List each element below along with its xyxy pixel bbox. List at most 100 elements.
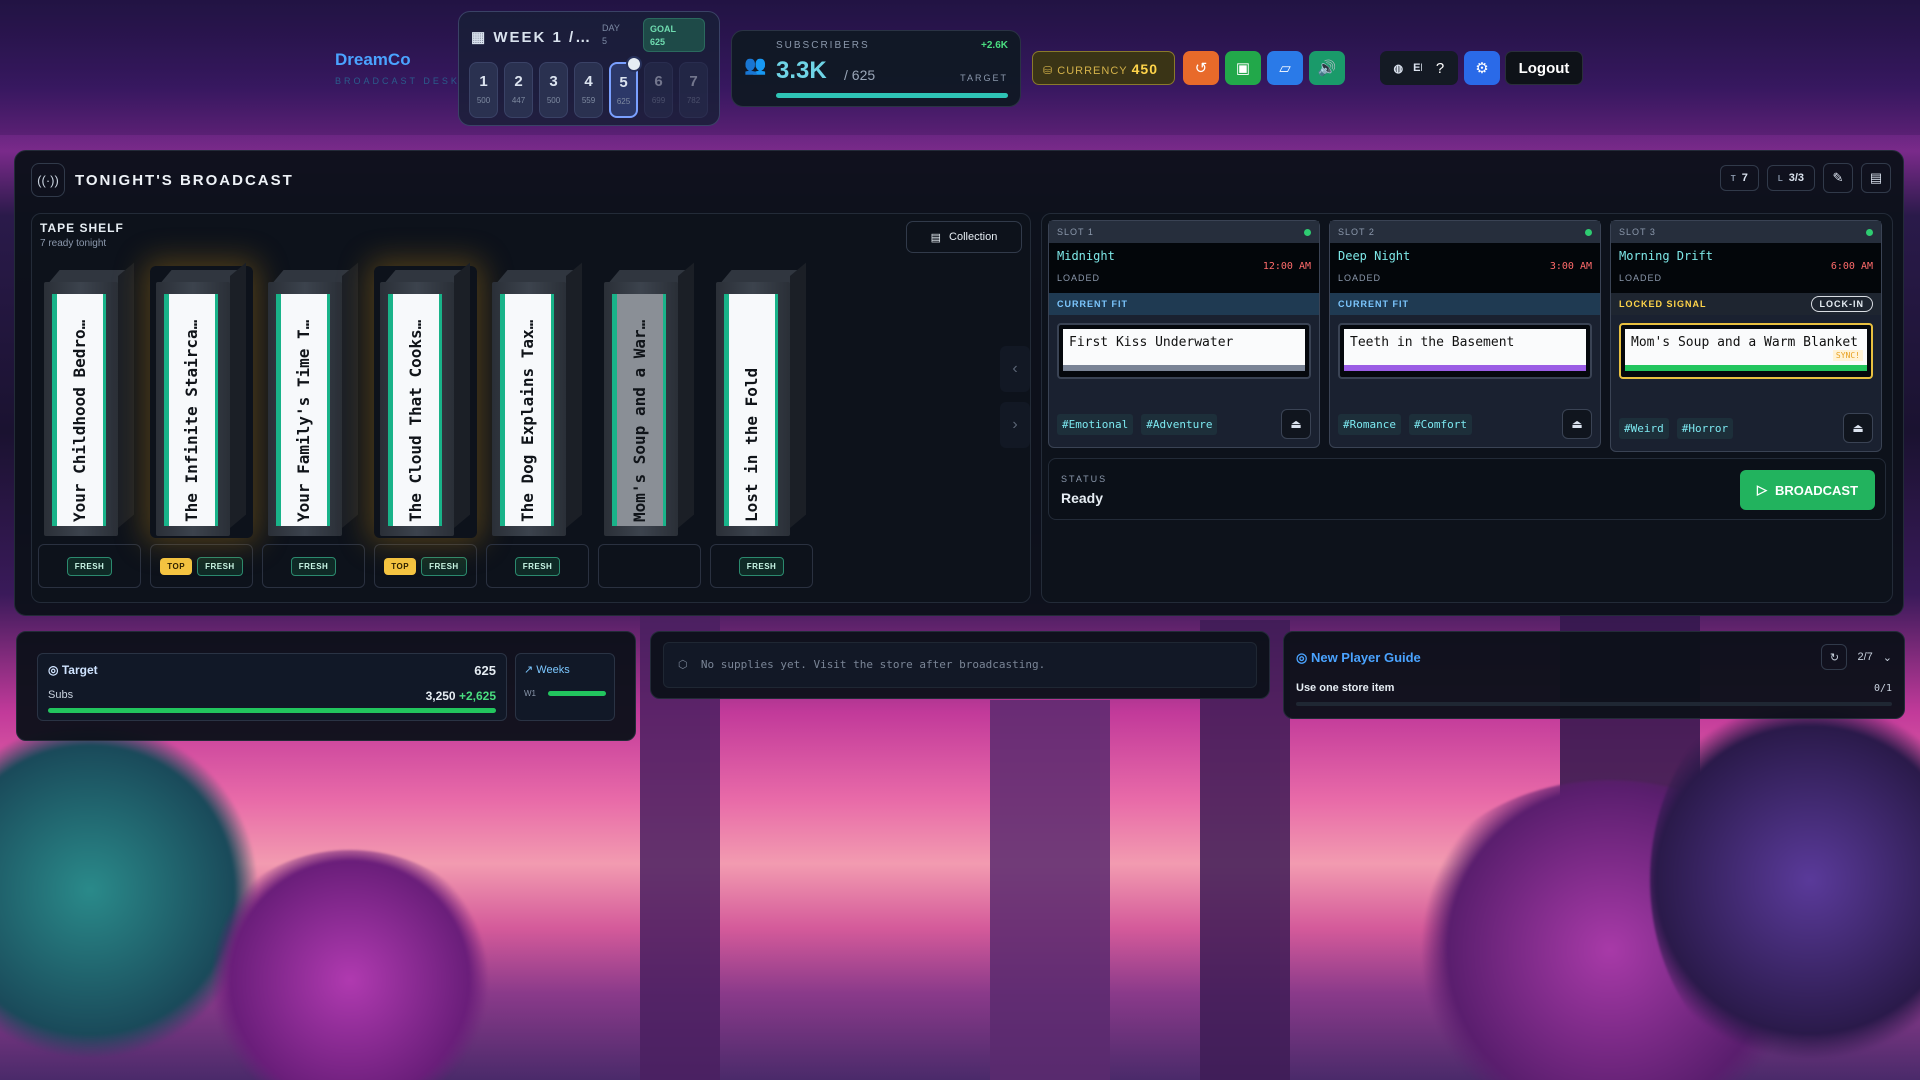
day-button[interactable]: 3 500 [539, 62, 568, 118]
gear-icon: ⚙ [1475, 60, 1489, 77]
day-button[interactable]: 7 782 [679, 62, 708, 118]
magic-wand-icon: ✎ [1832, 170, 1844, 185]
day-number: 1 [479, 73, 488, 90]
archive-button[interactable]: ▤ [1861, 163, 1891, 193]
undo-icon: ↺ [1194, 60, 1208, 77]
loaded-tape[interactable]: Teeth in the Basement [1338, 323, 1592, 379]
tape-title: Mom's Soup and a War… [630, 319, 649, 522]
sound-button[interactable]: 🔊 [1309, 51, 1345, 85]
tape-cassette[interactable]: Mom's Soup and a War… [598, 262, 701, 538]
tape-cassette[interactable]: The Cloud That Cooks… [374, 262, 477, 538]
currency-value: 450 [1131, 61, 1158, 77]
tape-color-strip [1063, 365, 1305, 371]
logo-title: DreamCo [335, 50, 411, 69]
slot-label: SLOT 1 [1057, 227, 1094, 237]
status-bar: STATUS Ready ▷ BROADCAST [1048, 458, 1886, 520]
goal-value: 625 [650, 37, 666, 47]
tape-item[interactable]: Lost in the Fold FRESH [710, 262, 813, 588]
loaded-tape[interactable]: First Kiss Underwater [1057, 323, 1311, 379]
genre-tag: #Adventure [1141, 414, 1218, 435]
tape-label: The Dog Explains Tax… [500, 294, 554, 526]
schedule-slot[interactable]: SLOT 2 Deep Night 3:00 AM LOADED CURRENT FIT… [1329, 220, 1601, 448]
tape-item[interactable]: Your Family's Time T… FRESH [262, 262, 365, 588]
lock-in-badge[interactable]: LOCK-IN [1810, 296, 1873, 312]
tape-badge: TOP [384, 557, 417, 575]
week-row-label: W1 [524, 689, 536, 698]
guide-step: 2/7 [1857, 651, 1873, 663]
loaded-tape[interactable]: Mom's Soup and a Warm Blanket SYNC! [1619, 323, 1873, 379]
panel-actions: T7 L 3/3 ✎ ▤ [1719, 163, 1891, 193]
day-button[interactable]: 2 447 [504, 62, 533, 118]
target-progress [48, 708, 496, 713]
schedule-slot[interactable]: SLOT 3 Morning Drift 6:00 AM LOADED LOCKED S… [1610, 220, 1882, 452]
auto-fill-button[interactable]: ✎ [1823, 163, 1853, 193]
slot-tags: #Emotional #Adventure [1057, 414, 1218, 435]
broadcast-icon: ((·)) [31, 163, 65, 197]
tape-cassette[interactable]: Lost in the Fold [710, 262, 813, 538]
tape-badges: FRESH [486, 544, 589, 588]
shelf-prev-button[interactable]: ‹ [1000, 346, 1030, 392]
collection-button[interactable]: ▤ Collection [906, 221, 1022, 253]
day-number: 2 [514, 73, 523, 90]
load-button[interactable]: ▱ [1267, 51, 1303, 85]
logout-button[interactable]: Logout [1505, 51, 1583, 85]
help-button[interactable]: ? [1422, 51, 1458, 85]
target-panel: ◎ Target 625 Subs 3,250 +2,625 ↗ Weeks W… [16, 631, 636, 741]
day-button[interactable]: 5 625 [609, 56, 642, 118]
goal-label: GOAL [650, 24, 676, 34]
tape-item[interactable]: Mom's Soup and a War… [598, 262, 701, 588]
eject-button[interactable]: ⏏ [1843, 413, 1873, 443]
chevron-down-icon[interactable]: ⌄ [1883, 651, 1892, 664]
subs-number: 3,250 [425, 689, 456, 703]
day-button[interactable]: 6 699 [644, 62, 673, 118]
genre-tag: #Romance [1338, 414, 1401, 435]
target-title-text: Target [61, 663, 98, 677]
tape-label: Your Family's Time T… [276, 294, 330, 526]
tape-item[interactable]: The Dog Explains Tax… FRESH [486, 262, 589, 588]
tape-item[interactable]: Your Childhood Bedro… FRESH [38, 262, 141, 588]
compass-icon: ◎ [1296, 650, 1308, 665]
weeks-card[interactable]: ↗ Weeks W1 [515, 653, 615, 721]
tape-title: Your Family's Time T… [294, 319, 313, 522]
chip-t-label: T [1730, 173, 1736, 183]
tape-badge: FRESH [738, 556, 785, 576]
day-button[interactable]: 1 500 [469, 62, 498, 118]
undo-button[interactable]: ↺ [1183, 51, 1219, 85]
day-goal: 500 [546, 96, 561, 105]
guide-title[interactable]: ◎ New Player Guide [1296, 650, 1421, 666]
week-bar [548, 691, 606, 696]
schedule-slot[interactable]: SLOT 1 Midnight 12:00 AM LOADED CURRENT FIT F… [1048, 220, 1320, 448]
day-goal: 625 [616, 97, 631, 106]
coins-icon: ⛁ [1043, 65, 1054, 77]
slot-info: Morning Drift 6:00 AM LOADED [1611, 243, 1881, 293]
day-button[interactable]: 4 559 [574, 62, 603, 118]
status-dot [1866, 229, 1873, 236]
subscribers-label: SUBSCRIBERS [776, 40, 870, 51]
help-icon: ? [1435, 59, 1445, 77]
tape-badges: FRESH [262, 544, 365, 588]
target-label: TARGET [960, 73, 1008, 83]
tape-label: Lost in the Fold [724, 294, 778, 526]
chip-l-value: 3/3 [1788, 172, 1804, 184]
tape-badge: FRESH [66, 556, 113, 576]
tape-item[interactable]: The Infinite Staircа… TOP FRESH [150, 262, 253, 588]
chevron-left-icon: ‹ [1012, 360, 1018, 377]
shelf-next-button[interactable]: › [1000, 402, 1030, 448]
save-button[interactable]: ▣ [1225, 51, 1261, 85]
target-icon: ◎ [48, 663, 59, 677]
eject-button[interactable]: ⏏ [1562, 409, 1592, 439]
tape-cassette[interactable]: Your Childhood Bedro… [38, 262, 141, 538]
tape-item[interactable]: The Cloud That Cooks… TOP FRESH [374, 262, 477, 588]
tape-cassette[interactable]: Your Family's Time T… [262, 262, 365, 538]
top-bar: DreamCo BROADCAST DESK ▦ WEEK 1 /… DAY 5 … [0, 0, 1920, 135]
logo-subtitle: BROADCAST DESK [335, 76, 460, 86]
broadcast-button[interactable]: ▷ BROADCAST [1740, 470, 1875, 510]
guide-reset-button[interactable]: ↻ [1821, 644, 1848, 670]
logo[interactable]: DreamCo BROADCAST DESK [335, 50, 460, 86]
slot-time: 6:00 AM [1830, 261, 1873, 272]
tape-cassette[interactable]: The Dog Explains Tax… [486, 262, 589, 538]
loaded-tape-title: First Kiss Underwater [1069, 335, 1234, 350]
tape-cassette[interactable]: The Infinite Staircа… [150, 262, 253, 538]
eject-button[interactable]: ⏏ [1281, 409, 1311, 439]
settings-button[interactable]: ⚙ [1464, 51, 1500, 85]
